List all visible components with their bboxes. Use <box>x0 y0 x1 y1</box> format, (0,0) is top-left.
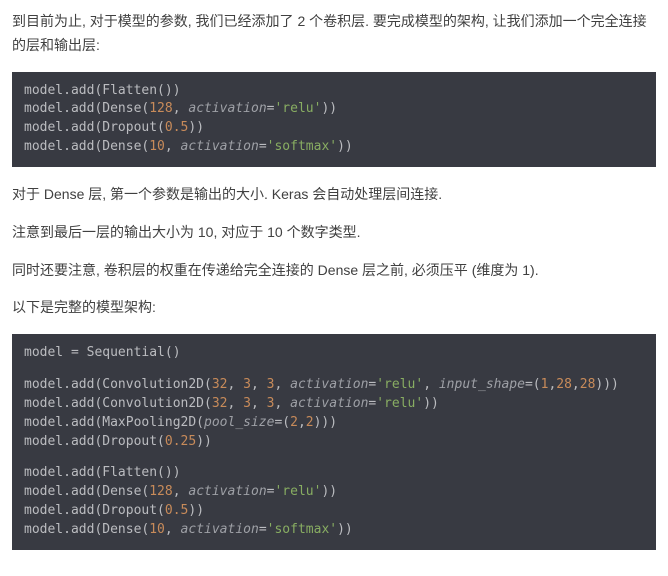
code-text: )) <box>188 120 204 135</box>
code-text: , <box>228 377 244 392</box>
code-text: , <box>173 101 189 116</box>
code-text: , <box>274 377 290 392</box>
code-text: , <box>274 396 290 411</box>
code-text: , <box>423 377 439 392</box>
code-text: , <box>251 396 267 411</box>
code-text: , <box>298 415 306 430</box>
code-text: model.add(Dense( <box>24 484 149 499</box>
code-text: )) <box>188 503 204 518</box>
code-block-1: model.add(Flatten())model.add(Dense(128,… <box>12 72 656 167</box>
code-number: 28 <box>556 377 572 392</box>
code-text: model.add(Dense( <box>24 101 149 116</box>
code-op: =( <box>274 415 290 430</box>
code-text: model = Sequential() <box>24 345 181 360</box>
code-text: )) <box>196 434 212 449</box>
code-text: )) <box>337 139 353 154</box>
code-number: 3 <box>243 396 251 411</box>
code-string: 'relu' <box>376 396 423 411</box>
code-text: , <box>173 484 189 499</box>
code-text: model.add(Flatten()) <box>24 83 181 98</box>
code-param: activation <box>181 139 259 154</box>
code-number: 10 <box>149 139 165 154</box>
code-text: model.add(Dropout( <box>24 503 165 518</box>
code-text: , <box>572 377 580 392</box>
code-param: activation <box>188 484 266 499</box>
code-number: 0.25 <box>165 434 196 449</box>
code-text: model.add(MaxPooling2D( <box>24 415 204 430</box>
code-param: activation <box>290 396 368 411</box>
code-text: )) <box>321 484 337 499</box>
code-op: = <box>259 139 267 154</box>
code-text: , <box>228 396 244 411</box>
code-number: 32 <box>212 377 228 392</box>
para-5: 以下是完整的模型架构: <box>12 296 656 320</box>
code-param: input_shape <box>439 377 525 392</box>
code-block-2: model = Sequential() model.add(Convolutio… <box>12 334 656 550</box>
code-string: 'relu' <box>274 101 321 116</box>
code-number: 0.5 <box>165 503 188 518</box>
code-op: =( <box>525 377 541 392</box>
code-number: 32 <box>212 396 228 411</box>
code-text: ))) <box>314 415 337 430</box>
code-number: 28 <box>580 377 596 392</box>
code-text: , <box>165 139 181 154</box>
code-text: model.add(Dropout( <box>24 434 165 449</box>
code-text: model.add(Dense( <box>24 139 149 154</box>
code-number: 0.5 <box>165 120 188 135</box>
code-text: ))) <box>595 377 618 392</box>
para-3: 注意到最后一层的输出大小为 10, 对应于 10 个数字类型. <box>12 221 656 245</box>
code-text: )) <box>321 101 337 116</box>
para-4: 同时还要注意, 卷积层的权重在传递给完全连接的 Dense 层之前, 必须压平 … <box>12 259 656 283</box>
code-number: 3 <box>243 377 251 392</box>
code-string: 'softmax' <box>267 139 337 154</box>
code-param: pool_size <box>204 415 274 430</box>
code-number: 128 <box>149 484 172 499</box>
code-text: , <box>251 377 267 392</box>
code-text: )) <box>423 396 439 411</box>
code-number: 128 <box>149 101 172 116</box>
code-string: 'relu' <box>376 377 423 392</box>
code-text: model.add(Flatten()) <box>24 465 181 480</box>
para-1: 到目前为止, 对于模型的参数, 我们已经添加了 2 个卷积层. 要完成模型的架构… <box>12 10 656 58</box>
code-param: activation <box>290 377 368 392</box>
para-2: 对于 Dense 层, 第一个参数是输出的大小. Keras 会自动处理层间连接… <box>12 183 656 207</box>
code-number: 2 <box>290 415 298 430</box>
code-param: activation <box>188 101 266 116</box>
code-string: 'relu' <box>274 484 321 499</box>
code-text: model.add(Dropout( <box>24 120 165 135</box>
code-text: model.add(Convolution2D( <box>24 377 212 392</box>
code-text: model.add(Convolution2D( <box>24 396 212 411</box>
code-number: 2 <box>306 415 314 430</box>
